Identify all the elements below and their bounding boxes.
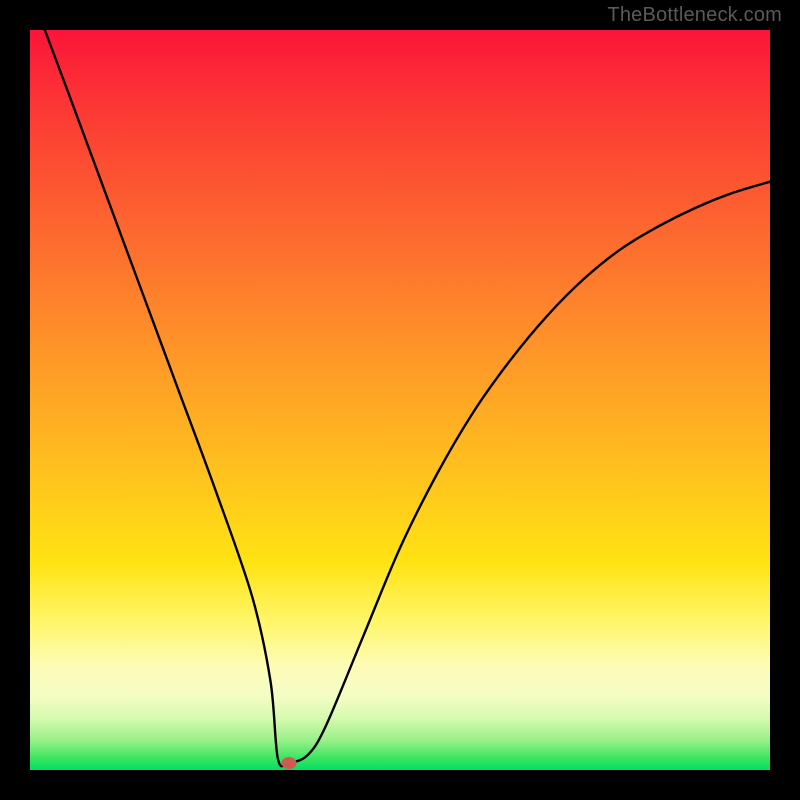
optimum-marker-icon (282, 757, 297, 769)
chart-curve (30, 30, 770, 770)
plot-area (30, 30, 770, 770)
watermark-text: TheBottleneck.com (607, 4, 782, 27)
